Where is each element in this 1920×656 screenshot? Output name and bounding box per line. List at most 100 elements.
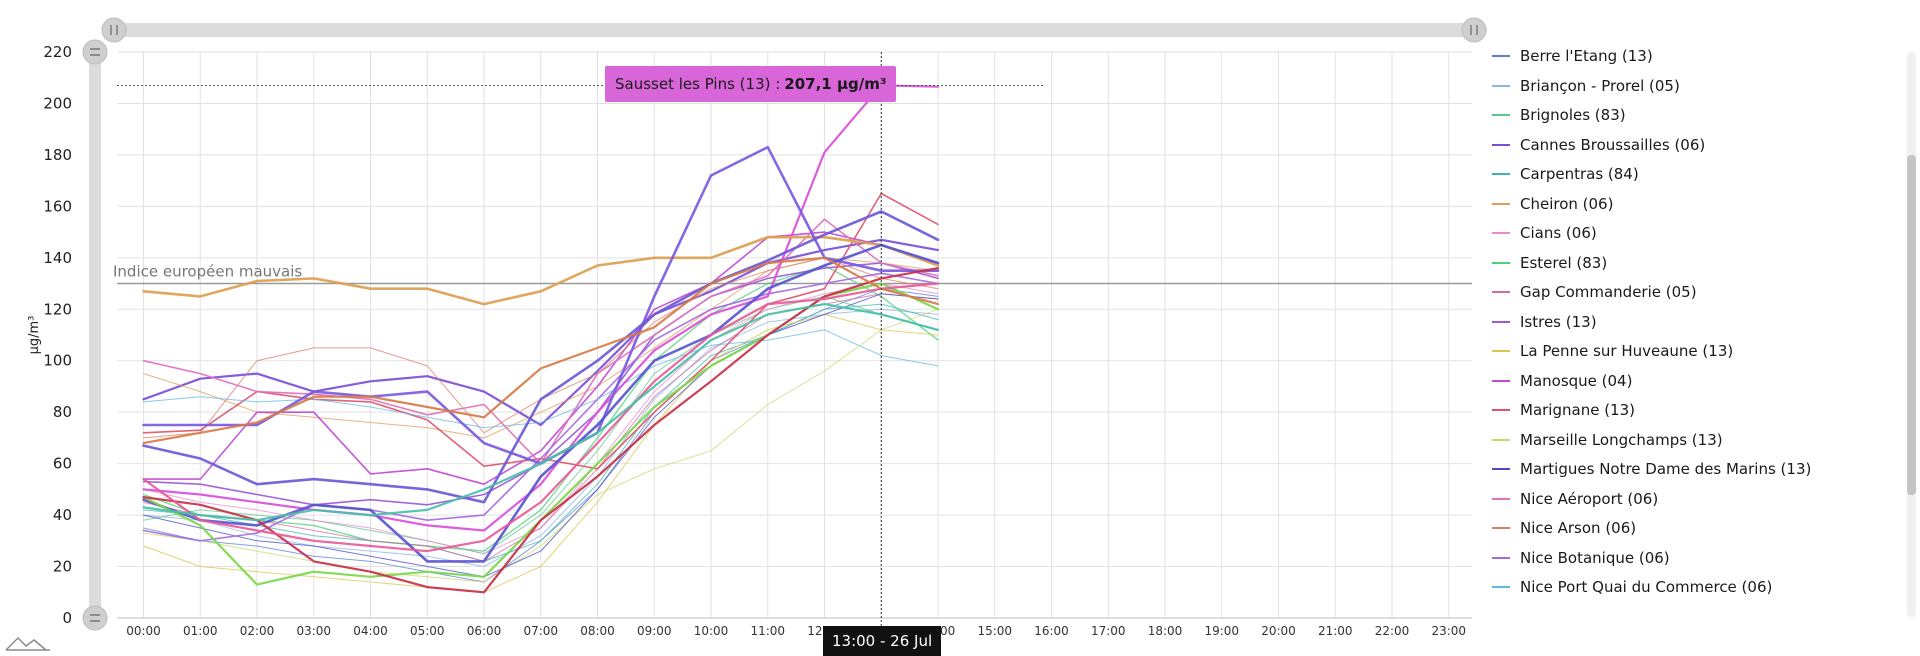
x-tick-label: 07:00 <box>523 624 558 638</box>
legend-item[interactable]: Nice Arson (06) <box>1492 517 1636 539</box>
x-tick-label: 03:00 <box>296 624 331 638</box>
legend-swatch <box>1492 291 1510 293</box>
y-tick-label: 140 <box>43 249 72 267</box>
legend-label: Cians (06) <box>1520 224 1597 242</box>
legend-label: Brignoles (83) <box>1520 106 1626 124</box>
range-handle-left[interactable] <box>101 17 127 43</box>
x-tick-label: 04:00 <box>353 624 388 638</box>
x-tick-label: 20:00 <box>1261 624 1296 638</box>
legend-swatch <box>1492 468 1510 470</box>
x-tick-label: 17:00 <box>1091 624 1126 638</box>
range-scrollbar-track[interactable] <box>104 23 1487 37</box>
legend-label: Marseille Longchamps (13) <box>1520 430 1723 449</box>
legend-item[interactable]: Cannes Broussailles (06) <box>1492 134 1705 156</box>
legend-item[interactable]: Esterel (83) <box>1492 252 1607 274</box>
legend-item[interactable]: Martigues Notre Dame des Marins (13) <box>1492 458 1811 480</box>
legend-swatch <box>1492 114 1510 116</box>
legend-swatch <box>1492 350 1510 352</box>
legend-swatch <box>1492 586 1510 588</box>
legend-label: Cannes Broussailles (06) <box>1520 135 1706 154</box>
legend-item[interactable]: Nice Botanique (06) <box>1492 547 1670 569</box>
y-tick-label: 120 <box>43 300 72 318</box>
value-handle-bottom[interactable] <box>82 605 108 631</box>
x-tick-label: 10:00 <box>694 624 729 638</box>
legend-swatch <box>1492 409 1510 411</box>
x-tick-label: 02:00 <box>240 624 275 638</box>
x-tick-label: 06:00 <box>467 624 502 638</box>
legend-item[interactable]: Carpentras (84) <box>1492 163 1639 185</box>
legend-swatch <box>1492 232 1510 234</box>
legend-swatch <box>1492 84 1510 87</box>
legend-swatch <box>1492 202 1510 205</box>
y-tick-label: 100 <box>43 352 72 370</box>
legend-item[interactable]: Cians (06) <box>1492 222 1597 244</box>
y-tick-label: 180 <box>43 146 72 164</box>
legend-swatch <box>1492 527 1510 529</box>
legend-label: La Penne sur Huveaune (13) <box>1520 342 1734 360</box>
y-tick-label: 80 <box>53 403 72 421</box>
legend-label: Esterel (83) <box>1520 253 1608 272</box>
legend-label: Carpentras (84) <box>1520 165 1639 183</box>
legend-item[interactable]: Manosque (04) <box>1492 370 1632 392</box>
legend-label: Nice Botanique (06) <box>1520 548 1670 567</box>
legend-swatch <box>1492 55 1510 57</box>
legend-swatch <box>1492 143 1510 146</box>
legend-swatch <box>1492 497 1510 500</box>
tooltip-station: Sausset les Pins (13) : <box>615 75 781 93</box>
legend-item[interactable]: Briançon - Prorel (05) <box>1492 75 1680 97</box>
legend-label: Nice Arson (06) <box>1520 519 1637 537</box>
x-tick-label: 08:00 <box>580 624 615 638</box>
legend-label: Gap Commanderie (05) <box>1520 283 1697 301</box>
legend-swatch <box>1492 173 1510 175</box>
legend-label: Briançon - Prorel (05) <box>1520 76 1680 95</box>
legend-item[interactable]: La Penne sur Huveaune (13) <box>1492 340 1733 362</box>
legend-label: Cheiron (06) <box>1520 194 1614 213</box>
legend-item[interactable]: Nice Port Quai du Commerce (06) <box>1492 576 1772 598</box>
legend-swatch <box>1492 320 1510 323</box>
tooltip: Sausset les Pins (13) : 207,1 µg/m³ <box>605 66 897 102</box>
x-tick-label: 23:00 <box>1431 624 1466 638</box>
legend-label: Nice Aéroport (06) <box>1520 489 1659 508</box>
legend-label: Berre l'Etang (13) <box>1520 47 1653 65</box>
x-tick-label: 21:00 <box>1318 624 1353 638</box>
legend-swatch <box>1492 438 1510 441</box>
y-tick-label: 220 <box>43 43 72 61</box>
legend-item[interactable]: Marseille Longchamps (13) <box>1492 429 1723 451</box>
legend-label: Marignane (13) <box>1520 401 1635 419</box>
x-tick-label: 15:00 <box>977 624 1012 638</box>
x-tick-label: 09:00 <box>637 624 672 638</box>
legend-item[interactable]: Istres (13) <box>1492 311 1597 333</box>
x-tick-label: 00:00 <box>126 624 161 638</box>
legend-item[interactable]: Brignoles (83) <box>1492 104 1626 126</box>
legend-item[interactable]: Nice Aéroport (06) <box>1492 488 1658 510</box>
y-tick-label: 0 <box>62 609 72 627</box>
vertical-scrollbar-thumb[interactable] <box>1907 155 1916 495</box>
legend-item[interactable]: Marignane (13) <box>1492 399 1635 421</box>
y-tick-label: 200 <box>43 94 72 112</box>
y-tick-label: 60 <box>53 455 72 473</box>
range-handle-right[interactable] <box>1461 17 1487 43</box>
value-handle-top[interactable] <box>82 39 108 65</box>
x-tick-label: 18:00 <box>1148 624 1183 638</box>
legend-item[interactable]: Berre l'Etang (13) <box>1492 45 1653 67</box>
legend-item[interactable]: Gap Commanderie (05) <box>1492 281 1697 303</box>
legend-item[interactable]: Cheiron (06) <box>1492 193 1613 215</box>
legend-swatch <box>1492 556 1510 559</box>
x-tick-label: 05:00 <box>410 624 445 638</box>
y-axis-label: µg/m³ <box>27 316 42 355</box>
legend-swatch <box>1492 261 1510 264</box>
tooltip-value: 207,1 µg/m³ <box>784 75 887 93</box>
y-tick-label: 40 <box>53 506 72 524</box>
x-tick-label: 16:00 <box>1034 624 1069 638</box>
value-scrollbar-track[interactable] <box>89 48 101 620</box>
x-tick-label: 11:00 <box>750 624 785 638</box>
legend-swatch <box>1492 379 1510 382</box>
legend-label: Martigues Notre Dame des Marins (13) <box>1520 460 1812 478</box>
legend-label: Istres (13) <box>1520 312 1597 331</box>
x-tick-label: 19:00 <box>1204 624 1239 638</box>
reference-line-label: Indice européen mauvais <box>113 263 302 281</box>
x-tick-label: 22:00 <box>1375 624 1410 638</box>
chart-root: 00:00 01:00 02:00 03:00 04:00 05:00 06:00 07:00… <box>0 0 1920 656</box>
mountain-logo-icon <box>5 636 50 651</box>
x-tick-label: 01:00 <box>183 624 218 638</box>
